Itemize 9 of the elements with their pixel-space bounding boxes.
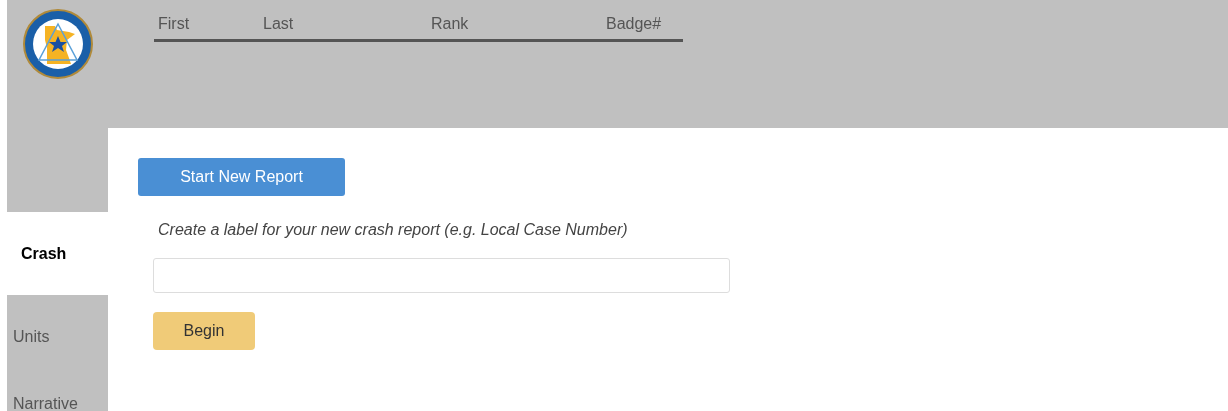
start-new-report-button[interactable]: Start New Report [138, 158, 345, 196]
begin-button[interactable]: Begin [153, 312, 255, 350]
column-label: First [158, 14, 190, 34]
column-label: Last [263, 14, 294, 34]
column-label: Rank [431, 14, 469, 34]
label-prompt: Create a label for your new crash report (e.g. Local Case Number) [158, 220, 629, 240]
input-field[interactable] [153, 258, 730, 293]
sidebar-tab[interactable]: Crash [7, 212, 108, 295]
column-label: Badge# [606, 14, 662, 34]
